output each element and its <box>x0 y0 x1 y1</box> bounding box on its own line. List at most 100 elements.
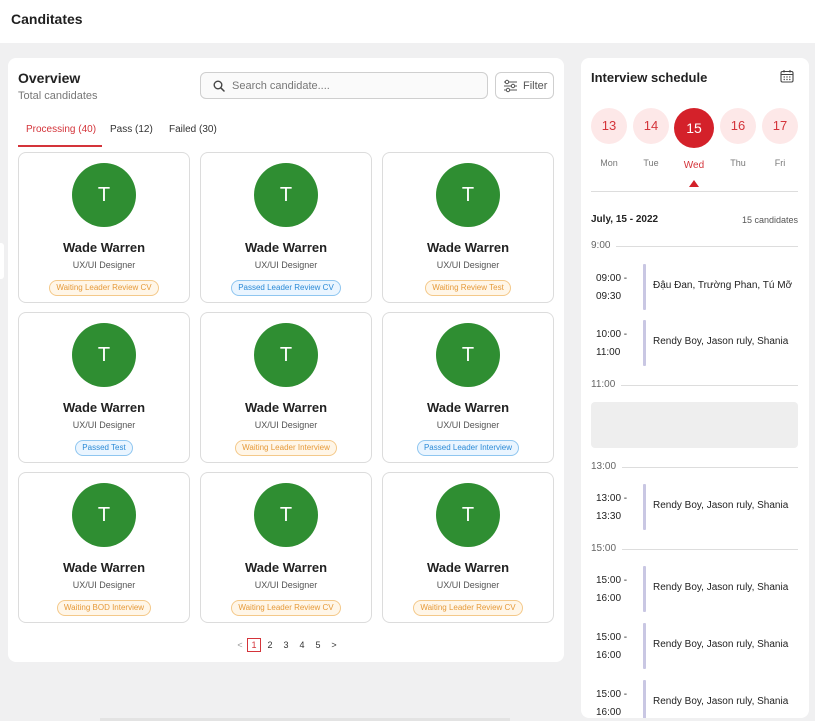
event-start: 15:00 - <box>596 689 628 700</box>
search-icon <box>213 80 225 92</box>
status-badge: Waiting Leader Review CV <box>231 600 341 616</box>
status-badge: Passed Leader Interview <box>416 440 520 456</box>
interview-event[interactable]: 15:00 - 16:00 Rendy Boy, Jason ruly, Shan… <box>591 566 809 612</box>
interview-event[interactable]: 09:00 - 09:30 Đậu Đan, Trường Phan, Tú Mỡ <box>591 264 809 310</box>
page-title: Canditates <box>11 11 83 27</box>
schedule-date: July, 15 - 2022 <box>591 214 659 225</box>
event-candidates: Rendy Boy, Jason ruly, Shania <box>653 582 789 593</box>
day-15-selected[interactable]: 15 <box>674 108 714 148</box>
overview-panel: Overview Total candidates Filter Process… <box>8 58 564 662</box>
interview-event[interactable]: 10:00 - 11:00 Rendy Boy, Jason ruly, Shan… <box>591 320 809 366</box>
calendar-icon[interactable] <box>780 69 794 83</box>
divider <box>591 191 798 192</box>
search-input[interactable] <box>232 77 477 95</box>
day-17[interactable]: 17 <box>762 108 798 144</box>
event-start: 15:00 - <box>596 575 628 586</box>
candidate-name: Wade Warren <box>426 560 510 575</box>
day-16[interactable]: 16 <box>720 108 756 144</box>
event-candidates: Đậu Đan, Trường Phan, Tú Mỡ <box>653 280 793 291</box>
search-box[interactable] <box>200 72 488 99</box>
avatar: T <box>72 323 136 387</box>
candidate-name: Wade Warren <box>62 560 146 575</box>
event-end: 16:00 <box>596 650 622 661</box>
day-name-fri: Fri <box>774 158 786 168</box>
candidate-card[interactable]: T Wade Warren UX/UI Designer Waiting Rev… <box>382 152 554 303</box>
tab-processing[interactable]: Processing (40) <box>26 124 96 135</box>
candidate-card[interactable]: T Wade Warren UX/UI Designer Waiting Lea… <box>382 472 554 623</box>
candidate-role: UX/UI Designer <box>72 260 136 270</box>
selected-day-indicator <box>689 180 699 187</box>
candidate-name: Wade Warren <box>244 240 328 255</box>
candidate-role: UX/UI Designer <box>436 260 500 270</box>
interview-event[interactable]: 13:00 - 13:30 Rendy Boy, Jason ruly, Shan… <box>591 484 809 530</box>
event-start: 15:00 - <box>596 632 628 643</box>
candidate-card[interactable]: T Wade Warren UX/UI Designer Waiting Lea… <box>18 152 190 303</box>
avatar: T <box>436 163 500 227</box>
candidate-name: Wade Warren <box>426 400 510 415</box>
tab-failed[interactable]: Failed (30) <box>169 124 217 135</box>
candidate-card[interactable]: T Wade Warren UX/UI Designer Passed Test <box>18 312 190 463</box>
candidate-name: Wade Warren <box>244 400 328 415</box>
interview-schedule-panel: Interview schedule 13 14 15 16 17 Mon Tu… <box>581 58 809 718</box>
page-3[interactable]: 3 <box>279 638 293 652</box>
candidate-role: UX/UI Designer <box>72 580 136 590</box>
candidate-name: Wade Warren <box>62 240 146 255</box>
interview-event[interactable]: 15:00 - 16:00 Rendy Boy, Jason ruly, Shan… <box>591 623 809 669</box>
day-13[interactable]: 13 <box>591 108 627 144</box>
candidate-card[interactable]: T Wade Warren UX/UI Designer Passed Lead… <box>200 152 372 303</box>
filter-sliders-icon <box>504 79 517 93</box>
time-marker-label: 11:00 <box>591 379 622 390</box>
page-2[interactable]: 2 <box>263 638 277 652</box>
event-end: 16:00 <box>596 593 622 604</box>
time-marker: 11:00 <box>591 379 798 391</box>
page-4[interactable]: 4 <box>295 638 309 652</box>
status-badge: Waiting Leader Review CV <box>413 600 523 616</box>
event-candidates: Rendy Boy, Jason ruly, Shania <box>653 639 789 650</box>
interview-event[interactable]: 15:00 - 16:00 Rendy Boy, Jason ruly, Shan… <box>591 680 809 718</box>
filter-button[interactable]: Filter <box>495 72 554 99</box>
sidebar-toggle-handle[interactable] <box>0 243 4 279</box>
candidate-card[interactable]: T Wade Warren UX/UI Designer Passed Lead… <box>382 312 554 463</box>
status-badge: Waiting Leader Review CV <box>49 280 159 296</box>
status-badge: Passed Leader Review CV <box>231 280 341 296</box>
day-14[interactable]: 14 <box>633 108 669 144</box>
event-end: 09:30 <box>596 291 622 302</box>
event-bar <box>643 264 646 310</box>
event-end: 16:00 <box>596 707 622 718</box>
tab-pass[interactable]: Pass (12) <box>110 124 153 135</box>
candidate-role: UX/UI Designer <box>436 420 500 430</box>
next-page-button[interactable]: > <box>327 638 341 652</box>
candidate-card[interactable]: T Wade Warren UX/UI Designer Waiting Lea… <box>200 472 372 623</box>
day-name-tue: Tue <box>643 158 659 168</box>
page-1[interactable]: 1 <box>247 638 261 652</box>
event-bar <box>643 320 646 366</box>
event-end: 13:30 <box>596 511 622 522</box>
candidate-role: UX/UI Designer <box>254 260 318 270</box>
time-marker-label: 9:00 <box>591 240 617 251</box>
status-badge: Waiting Leader Interview <box>235 440 337 456</box>
event-start: 09:00 - <box>596 273 628 284</box>
prev-page-button[interactable]: < <box>233 638 247 652</box>
candidate-name: Wade Warren <box>62 400 146 415</box>
event-bar <box>643 623 646 669</box>
candidate-card[interactable]: T Wade Warren UX/UI Designer Waiting BOD… <box>18 472 190 623</box>
avatar: T <box>72 483 136 547</box>
empty-time-slot[interactable] <box>591 402 798 448</box>
candidate-card[interactable]: T Wade Warren UX/UI Designer Waiting Lea… <box>200 312 372 463</box>
time-marker: 9:00 <box>591 240 798 252</box>
day-name-wed: Wed <box>683 160 705 171</box>
page-5[interactable]: 5 <box>311 638 325 652</box>
candidate-name: Wade Warren <box>244 560 328 575</box>
status-badge: Waiting Review Test <box>425 280 511 296</box>
time-marker-label: 13:00 <box>591 461 623 472</box>
status-badge: Passed Test <box>75 440 133 456</box>
event-bar <box>643 484 646 530</box>
candidate-role: UX/UI Designer <box>254 580 318 590</box>
day-name-thu: Thu <box>730 158 746 168</box>
event-candidates: Rendy Boy, Jason ruly, Shania <box>653 500 789 511</box>
avatar: T <box>254 483 318 547</box>
top-bar: Canditates <box>0 0 815 43</box>
event-start: 13:00 - <box>596 493 628 504</box>
candidate-count: 15 candidates <box>741 215 798 225</box>
candidate-name: Wade Warren <box>426 240 510 255</box>
